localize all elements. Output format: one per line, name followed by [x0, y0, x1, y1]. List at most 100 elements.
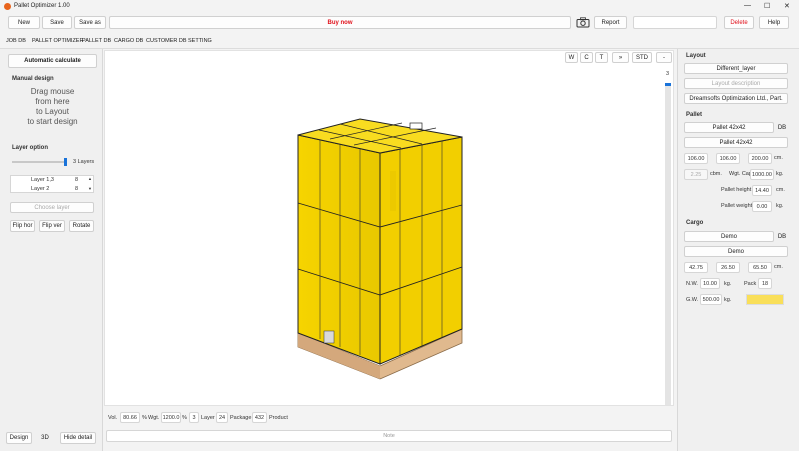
cargo-width-input[interactable]: 26.50: [716, 262, 740, 273]
right-panel: Layout Different_layer Layout descriptio…: [677, 49, 799, 451]
hide-detail-button[interactable]: Hide detail: [60, 432, 96, 444]
pallet-width-input[interactable]: 106.00: [684, 153, 708, 164]
pack-input[interactable]: 18: [758, 278, 772, 289]
pallet-3d-render: [297, 118, 463, 380]
layer-name: Layer 1,3: [31, 177, 54, 183]
pallet-weight-input[interactable]: 0.00: [752, 201, 772, 212]
cargo-color-swatch[interactable]: [746, 294, 784, 305]
maximize-button[interactable]: ☐: [764, 2, 770, 10]
help-button[interactable]: Help: [759, 16, 789, 29]
layout-description-button[interactable]: Layout description: [684, 78, 788, 89]
menu-pallet-optimizer[interactable]: PALLET OPTIMIZER: [32, 38, 83, 44]
note-field[interactable]: Note: [106, 430, 672, 442]
cargo-length-input[interactable]: 42.75: [684, 262, 708, 273]
menu-bar: JOB DB PALLET OPTIMIZER PALLET DB CARGO …: [0, 33, 799, 47]
vol-percent: %: [142, 415, 147, 421]
new-button[interactable]: New: [8, 16, 40, 29]
kg-unit: kg.: [776, 171, 784, 177]
save-as-button[interactable]: Save as: [74, 16, 106, 29]
view-w-button[interactable]: W: [565, 52, 578, 63]
layer-slider-track[interactable]: [12, 158, 67, 166]
camera-icon[interactable]: [576, 17, 590, 28]
cargo-heading: Cargo: [686, 220, 704, 226]
automatic-calculate-button[interactable]: Automatic calculate: [8, 54, 97, 68]
title-bar: Pallet Optimizer 1.00 — ☐ ✕: [0, 0, 799, 13]
gw-input[interactable]: 500.00: [700, 294, 722, 305]
company-button[interactable]: Dreamsofts Optimization Ltd., Part.: [684, 93, 788, 104]
layer-scrollbar-thumb[interactable]: [665, 83, 671, 86]
flip-hor-button[interactable]: Flip hor: [10, 220, 35, 232]
drag-hint-line: to start design: [27, 117, 78, 126]
cargo-select-button[interactable]: Demo: [684, 231, 774, 242]
drag-hint-line: from here: [35, 97, 70, 106]
minimize-button[interactable]: —: [744, 2, 751, 9]
pallet-name-button[interactable]: Pallet 42x42: [684, 137, 788, 148]
layer-option-heading: Layer option: [12, 145, 49, 151]
view-std-button[interactable]: STD: [632, 52, 652, 63]
package-value: 24: [216, 412, 228, 423]
cm-unit: cm.: [774, 264, 783, 270]
vol-label: Vol.: [108, 415, 118, 421]
kg-unit: kg.: [776, 203, 784, 209]
pack-label: Pack: [744, 281, 757, 287]
layer-value: 8: [75, 177, 79, 183]
vol-value: 80.66: [120, 412, 140, 423]
3d-view-button[interactable]: 3D: [35, 432, 55, 444]
product-value: 432: [252, 412, 267, 423]
search-input[interactable]: [633, 16, 717, 29]
pallet-db-button[interactable]: DB: [776, 122, 788, 133]
report-button[interactable]: Report: [594, 16, 627, 29]
kg-unit: kg.: [724, 281, 732, 287]
menu-cargo-db[interactable]: CARGO DB: [114, 38, 143, 44]
save-button[interactable]: Save: [42, 16, 72, 29]
chevron-down-icon[interactable]: ▼: [88, 186, 92, 191]
drag-hint-line: Drag mouse: [30, 87, 75, 96]
pallet-max-height-input[interactable]: 200.00: [748, 153, 772, 164]
pallet-select-button[interactable]: Pallet 42x42: [684, 122, 774, 133]
cm-unit: cm.: [776, 187, 785, 193]
nw-input[interactable]: 10.00: [700, 278, 720, 289]
layer-value: 3: [189, 412, 199, 423]
cargo-height-input[interactable]: 65.50: [748, 262, 772, 273]
chevron-up-icon[interactable]: ▲: [88, 176, 92, 181]
cm-unit: cm.: [774, 155, 783, 161]
design-button[interactable]: Design: [6, 432, 32, 444]
menu-pallet-db[interactable]: PALLET DB: [82, 38, 111, 44]
view-t-button[interactable]: T: [595, 52, 608, 63]
menu-customer-db[interactable]: CUSTOMER DB: [146, 38, 187, 44]
window-title: Pallet Optimizer 1.00: [14, 3, 70, 9]
layout-view[interactable]: W C T » STD - 3: [104, 50, 674, 406]
menu-job-db[interactable]: JOB DB: [6, 38, 26, 44]
different-layer-button[interactable]: Different_layer: [684, 63, 788, 74]
rotate-button[interactable]: Rotate: [69, 220, 94, 232]
package-label: Package: [230, 415, 252, 421]
view-c-button[interactable]: C: [580, 52, 593, 63]
view-minus-button[interactable]: -: [656, 52, 672, 63]
cargo-db-button[interactable]: DB: [776, 231, 788, 242]
flip-ver-button[interactable]: Flip ver: [39, 220, 65, 232]
app-logo-icon: [4, 3, 11, 10]
buy-now-button[interactable]: Buy now: [109, 16, 571, 29]
bottom-info-bar: Vol. 80.66 % Wgt. 1200.0 % 3 Layer 24 Pa…: [104, 408, 674, 451]
drag-hint[interactable]: Drag mouse from here to Layout to start …: [8, 87, 97, 127]
delete-button[interactable]: Delete: [724, 16, 754, 29]
layer-slider-thumb[interactable]: [64, 158, 67, 166]
nw-label: N.W.: [686, 281, 698, 287]
layers-count: 3 Layers: [73, 159, 95, 165]
layer-scrollbar[interactable]: [665, 83, 671, 405]
wgt-value: 1200.0: [161, 412, 181, 423]
cbm-unit: cbm.: [710, 171, 722, 177]
cargo-name-button[interactable]: Demo: [684, 246, 788, 257]
choose-layer-button[interactable]: Choose layer: [10, 202, 94, 213]
menu-setting[interactable]: SETTING: [188, 38, 212, 44]
cargo-face-left: [297, 134, 381, 365]
pallet-weight-label: Pallet weight: [721, 203, 753, 209]
view-next-button[interactable]: »: [612, 52, 629, 63]
wgt-percent: %: [182, 415, 187, 421]
close-window-button[interactable]: ✕: [784, 2, 790, 10]
pallet-height-input[interactable]: 14.40: [752, 185, 772, 196]
pallet-length-input[interactable]: 106.00: [716, 153, 740, 164]
wgt-cap-input[interactable]: 1000.00: [750, 169, 774, 180]
kg-unit: kg.: [724, 297, 732, 303]
wgt-label: Wgt.: [148, 415, 160, 421]
